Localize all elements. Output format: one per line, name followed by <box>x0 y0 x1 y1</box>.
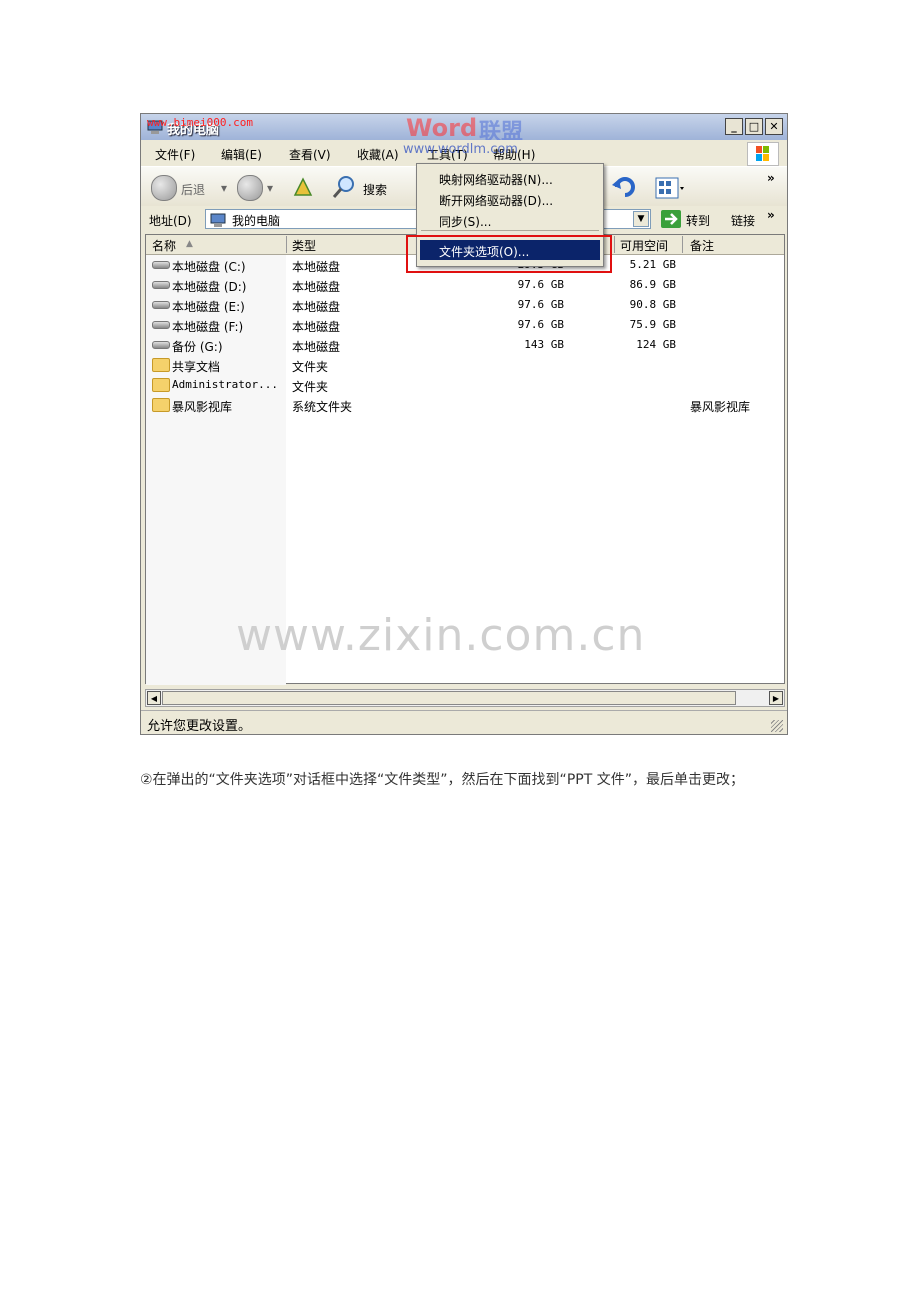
address-value: 我的电脑 <box>232 214 281 228</box>
title-bar[interactable]: 我的电脑 www.bimei000.com Word 联盟 _ □ ✕ <box>141 114 787 145</box>
folder-icon <box>152 378 170 392</box>
scroll-right-icon[interactable]: ▶ <box>769 691 783 705</box>
status-text: 允许您更改设置。 <box>147 719 252 734</box>
search-label[interactable]: 搜索 <box>363 181 387 198</box>
sort-ascending-icon: ▲ <box>186 239 193 249</box>
folder-icon <box>152 358 170 372</box>
status-bar: 允许您更改设置。 <box>141 710 787 734</box>
hard-drive-icon <box>152 301 170 309</box>
table-row[interactable]: 暴风影视库 系统文件夹 暴风影视库 <box>146 395 784 415</box>
go-button[interactable]: 转到 <box>686 212 710 229</box>
table-row[interactable]: 备份 (G:) 本地磁盘 143 GB 124 GB <box>146 335 784 355</box>
back-arrow-icon[interactable] <box>151 175 177 201</box>
forward-dropdown-icon[interactable]: ▾ <box>267 181 273 195</box>
table-row[interactable]: Administrator... 文件夹 <box>146 375 784 395</box>
menu-favorites[interactable]: 收藏(A) <box>357 146 399 163</box>
resize-grip-icon[interactable] <box>771 720 783 732</box>
back-dropdown-icon[interactable]: ▾ <box>221 181 227 195</box>
forward-arrow-icon[interactable] <box>237 175 263 201</box>
table-row[interactable]: 本地磁盘 (F:) 本地磁盘 97.6 GB 75.9 GB <box>146 315 784 335</box>
links-overflow-icon[interactable]: » <box>767 208 775 222</box>
table-row[interactable]: 本地磁盘 (E:) 本地磁盘 97.6 GB 90.8 GB <box>146 295 784 315</box>
instruction-text: ②在弹出的“文件夹选项”对话框中选择“文件类型”，然后在下面找到“PPT 文件”… <box>140 772 744 788</box>
column-name[interactable]: 名称 <box>152 237 176 254</box>
hard-drive-icon <box>152 341 170 349</box>
menu-edit[interactable]: 编辑(E) <box>221 146 262 163</box>
column-type[interactable]: 类型 <box>292 237 316 254</box>
back-label[interactable]: 后退 <box>181 181 205 198</box>
maximize-button[interactable]: □ <box>745 118 763 135</box>
watermark-brand-a: Word <box>406 114 478 142</box>
hard-drive-icon <box>152 321 170 329</box>
folder-icon <box>152 398 170 412</box>
menu-file[interactable]: 文件(F) <box>155 146 195 163</box>
close-button[interactable]: ✕ <box>765 118 783 135</box>
table-row[interactable]: 本地磁盘 (D:) 本地磁盘 97.6 GB 86.9 GB <box>146 275 784 295</box>
column-notes[interactable]: 备注 <box>690 237 714 254</box>
address-dropdown-icon[interactable]: ▼ <box>633 211 649 227</box>
go-arrow-icon[interactable] <box>661 210 681 228</box>
links-button[interactable]: 链接 <box>731 212 755 229</box>
table-row[interactable]: 共享文档 文件夹 <box>146 355 784 375</box>
search-icon[interactable] <box>331 174 357 200</box>
hard-drive-icon <box>152 281 170 289</box>
watermark-small: www.bimei000.com <box>147 116 253 129</box>
column-free-space[interactable]: 可用空间 <box>620 237 668 254</box>
minimize-button[interactable]: _ <box>725 118 743 135</box>
menu-item-map-drive[interactable]: 映射网络驱动器(N)... <box>439 171 553 188</box>
scroll-thumb[interactable] <box>162 691 736 705</box>
background-watermark: www.zixin.com.cn <box>236 610 646 661</box>
file-list: 名称 ▲ 类型 可用空间 备注 本地磁盘 (C:) 本地磁盘 29.3 GB 5… <box>145 234 785 685</box>
menu-item-sync[interactable]: 同步(S)... <box>439 213 491 230</box>
scroll-left-icon[interactable]: ◀ <box>147 691 161 705</box>
menu-item-disconnect-drive[interactable]: 断开网络驱动器(D)... <box>439 192 553 209</box>
views-icon[interactable] <box>655 177 685 199</box>
windows-logo-icon <box>747 142 779 166</box>
my-computer-icon <box>210 213 226 227</box>
hard-drive-icon <box>152 261 170 269</box>
horizontal-scrollbar[interactable]: ◀ ▶ <box>145 689 785 707</box>
toolbar-overflow-icon[interactable]: » <box>767 171 775 185</box>
address-label: 地址(D) <box>149 214 192 228</box>
watermark-url: www.wordlm.com <box>403 142 518 157</box>
menu-view[interactable]: 查看(V) <box>289 146 331 163</box>
highlight-box <box>406 235 612 273</box>
up-folder-icon[interactable] <box>291 175 315 199</box>
undo-icon[interactable] <box>611 175 639 201</box>
